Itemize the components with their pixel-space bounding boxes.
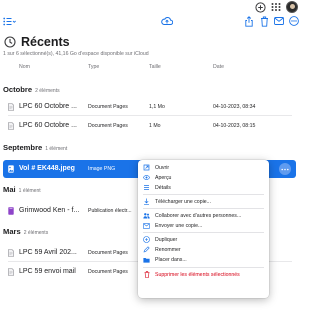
file-name: Grimwood Ken - f... bbox=[19, 207, 80, 214]
file-type: Publication électr... bbox=[88, 208, 132, 214]
menu-separator bbox=[143, 194, 264, 195]
file-size: 1,1 Mo bbox=[149, 104, 165, 110]
collaborate-icon bbox=[143, 212, 150, 219]
share-icon[interactable] bbox=[244, 15, 254, 27]
document-icon bbox=[8, 103, 14, 111]
menu-item-delete[interactable]: Supprimer les éléments sélectionnés bbox=[138, 270, 269, 279]
column-headers: Nom Type Taille Date bbox=[0, 63, 300, 72]
file-row[interactable]: LPC 60 Octobre ... Document Pages 1,1 Mo… bbox=[0, 98, 300, 116]
group-header-septembre: Septembre 1 élément bbox=[3, 143, 68, 152]
list-view-icon[interactable] bbox=[2, 15, 16, 27]
menu-item-collaborate[interactable]: Collaborer avec d’autres personnes... bbox=[138, 211, 269, 220]
column-name[interactable]: Nom bbox=[19, 64, 30, 70]
file-type: Document Pages bbox=[88, 123, 128, 129]
file-size: 1 Mo bbox=[149, 123, 161, 129]
menu-separator bbox=[143, 208, 264, 209]
document-icon bbox=[8, 249, 14, 257]
account-avatar[interactable] bbox=[286, 1, 298, 13]
file-type: Document Pages bbox=[88, 250, 128, 256]
group-header-octobre: Octobre 2 éléments bbox=[3, 85, 60, 94]
menu-item-send-copy[interactable]: Envoyer une copie... bbox=[138, 221, 269, 230]
file-type: Document Pages bbox=[88, 104, 128, 110]
page-title: Récents bbox=[21, 35, 70, 49]
row-more-icon[interactable] bbox=[279, 163, 291, 175]
image-icon bbox=[8, 165, 14, 173]
trash-icon[interactable] bbox=[259, 15, 269, 27]
file-date: 04-10-2023, 08:34 bbox=[213, 104, 256, 110]
file-date: 04-10-2023, 08:15 bbox=[213, 123, 256, 129]
file-name: LPC 60 Octobre ... bbox=[19, 122, 77, 129]
file-name: LPC 59 Avril 202... bbox=[19, 249, 77, 256]
file-name: LPC 60 Octobre ... bbox=[19, 103, 77, 110]
toolbar bbox=[0, 14, 300, 28]
duplicate-icon bbox=[143, 236, 150, 243]
menu-item-rename[interactable]: Renommer bbox=[138, 245, 269, 254]
trash-icon bbox=[143, 271, 150, 278]
file-name: Vol # EK448.jpeg bbox=[19, 165, 75, 172]
menu-item-preview[interactable]: Aperçu bbox=[138, 173, 269, 182]
document-icon bbox=[8, 268, 14, 276]
menu-item-download[interactable]: Télécharger une copie... bbox=[138, 197, 269, 206]
group-header-mars: Mars 2 éléments bbox=[3, 227, 49, 236]
file-name: LPC 59 envoi mail bbox=[19, 268, 76, 275]
info-icon bbox=[143, 184, 150, 191]
rename-icon bbox=[143, 246, 150, 253]
open-icon bbox=[143, 164, 150, 171]
clock-icon bbox=[4, 36, 16, 48]
app-grid-icon[interactable] bbox=[270, 1, 282, 13]
eye-icon bbox=[143, 174, 150, 181]
page-header: Récents bbox=[4, 34, 70, 50]
menu-item-details[interactable]: Détails bbox=[138, 183, 269, 192]
file-type: Image PNG bbox=[88, 166, 116, 172]
menu-item-duplicate[interactable]: Dupliquer bbox=[138, 235, 269, 244]
row-divider bbox=[8, 115, 292, 116]
context-menu: Ouvrir Aperçu Détails Télécharger une co… bbox=[138, 160, 269, 298]
add-icon[interactable] bbox=[254, 1, 266, 13]
cloud-upload-icon[interactable] bbox=[161, 15, 173, 27]
send-icon bbox=[143, 222, 150, 229]
column-type[interactable]: Type bbox=[88, 64, 99, 70]
menu-separator bbox=[143, 232, 264, 233]
document-icon bbox=[8, 122, 14, 130]
menu-item-move[interactable]: Placer dans... bbox=[138, 255, 269, 264]
menu-item-open[interactable]: Ouvrir bbox=[138, 163, 269, 172]
top-bar bbox=[0, 0, 300, 14]
group-header-mai: Mai 1 élément bbox=[3, 185, 41, 194]
column-date[interactable]: Date bbox=[213, 64, 224, 70]
mail-icon[interactable] bbox=[274, 15, 284, 27]
more-icon[interactable] bbox=[288, 15, 299, 27]
download-icon bbox=[143, 198, 150, 205]
move-icon bbox=[143, 256, 150, 263]
file-row[interactable]: LPC 60 Octobre ... Document Pages 1 Mo 0… bbox=[0, 117, 300, 135]
file-type: Document Pages bbox=[88, 269, 128, 275]
column-size[interactable]: Taille bbox=[149, 64, 161, 70]
book-icon bbox=[8, 207, 14, 215]
storage-status: 1 sur 6 sélectionné(s), 41,16 Go d’espac… bbox=[3, 51, 149, 57]
menu-separator bbox=[143, 267, 264, 268]
